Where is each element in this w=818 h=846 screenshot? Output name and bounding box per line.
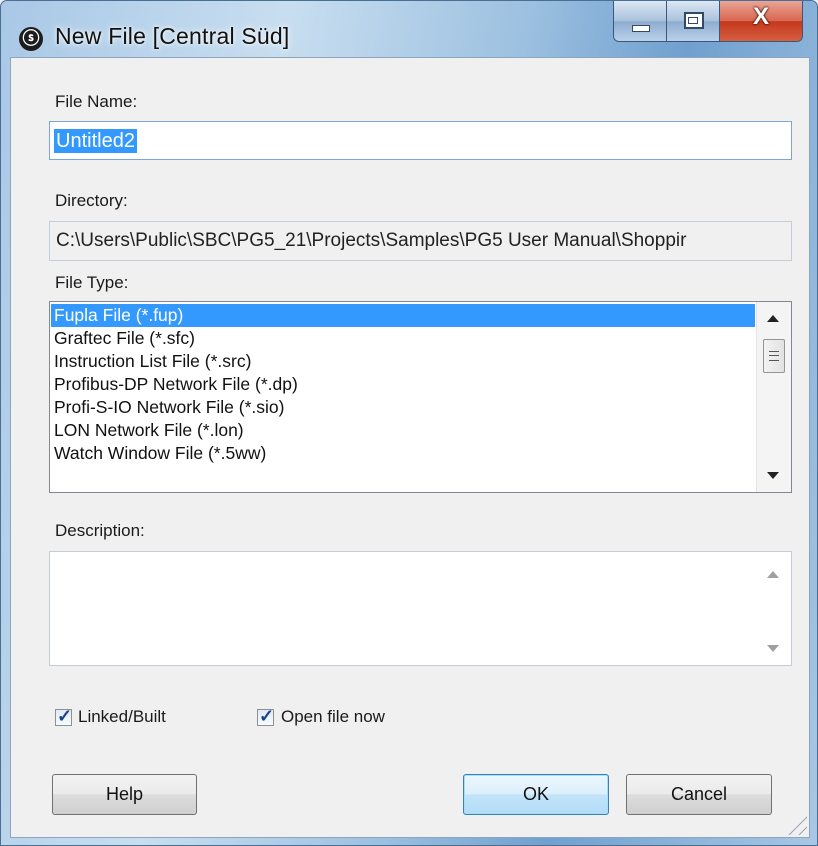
description-textarea[interactable] (49, 551, 792, 666)
caption-buttons: X (613, 1, 803, 42)
open-file-now-label[interactable]: Open file now (281, 707, 385, 727)
list-item-profibus[interactable]: Profibus-DP Network File (*.dp) (51, 373, 755, 396)
list-item-fupla[interactable]: Fupla File (*.fup) (51, 304, 755, 327)
open-file-now-checkbox[interactable]: ✓ (257, 706, 275, 726)
maximize-icon (684, 12, 704, 29)
linked-built-checkbox[interactable]: ✓ (55, 706, 73, 726)
filename-value: Untitled2 (54, 129, 137, 153)
directory-value: C:\Users\Public\SBC\PG5_21\Projects\Samp… (56, 230, 687, 251)
directory-label: Directory: (55, 191, 128, 210)
saia-logo-icon: ⓢ (19, 27, 43, 51)
minimize-button[interactable] (614, 1, 667, 41)
cancel-button[interactable]: Cancel (626, 774, 772, 815)
scroll-up-icon[interactable] (767, 571, 779, 578)
scroll-down-icon[interactable] (767, 472, 779, 479)
description-label: Description: (55, 521, 145, 540)
directory-field[interactable]: C:\Users\Public\SBC\PG5_21\Projects\Samp… (49, 221, 792, 261)
maximize-button[interactable] (667, 1, 720, 41)
list-item-graftec[interactable]: Graftec File (*.sfc) (51, 327, 755, 350)
window-title: New File [Central Süd] (55, 23, 290, 49)
checkmark-icon: ✓ (57, 706, 73, 726)
ok-button[interactable]: OK (463, 774, 609, 815)
help-button[interactable]: Help (52, 774, 197, 815)
list-item-instruction-list[interactable]: Instruction List File (*.src) (51, 350, 755, 373)
list-item-lon[interactable]: LON Network File (*.lon) (51, 419, 755, 442)
close-button[interactable]: X (720, 1, 802, 41)
scroll-thumb[interactable] (763, 339, 785, 373)
filetype-label: File Type: (55, 273, 129, 292)
linked-built-label[interactable]: Linked/Built (78, 707, 166, 727)
filetype-listbox[interactable]: Fupla File (*.fup) Graftec File (*.sfc) … (49, 301, 792, 493)
checkmark-icon: ✓ (259, 706, 275, 726)
dialog-window: ⓢ New File [Central Süd] X File Name: Un… (0, 0, 818, 846)
dialog-body: File Name: Untitled2 Directory: C:\Users… (10, 57, 810, 838)
list-item-watch-window[interactable]: Watch Window File (*.5ww) (51, 442, 755, 465)
scroll-down-icon[interactable] (767, 645, 779, 652)
close-icon: X (752, 3, 769, 30)
filetype-scrollbar[interactable] (756, 302, 791, 492)
filename-label: File Name: (55, 92, 138, 111)
title-bar[interactable]: ⓢ New File [Central Süd] X (1, 1, 817, 57)
resize-grip-icon[interactable] (785, 813, 807, 835)
description-scrollbar[interactable] (757, 552, 791, 665)
scroll-up-icon[interactable] (767, 315, 779, 322)
minimize-icon (632, 25, 650, 32)
list-item-profi-s-io[interactable]: Profi-S-IO Network File (*.sio) (51, 396, 755, 419)
filename-input[interactable]: Untitled2 (49, 121, 792, 160)
